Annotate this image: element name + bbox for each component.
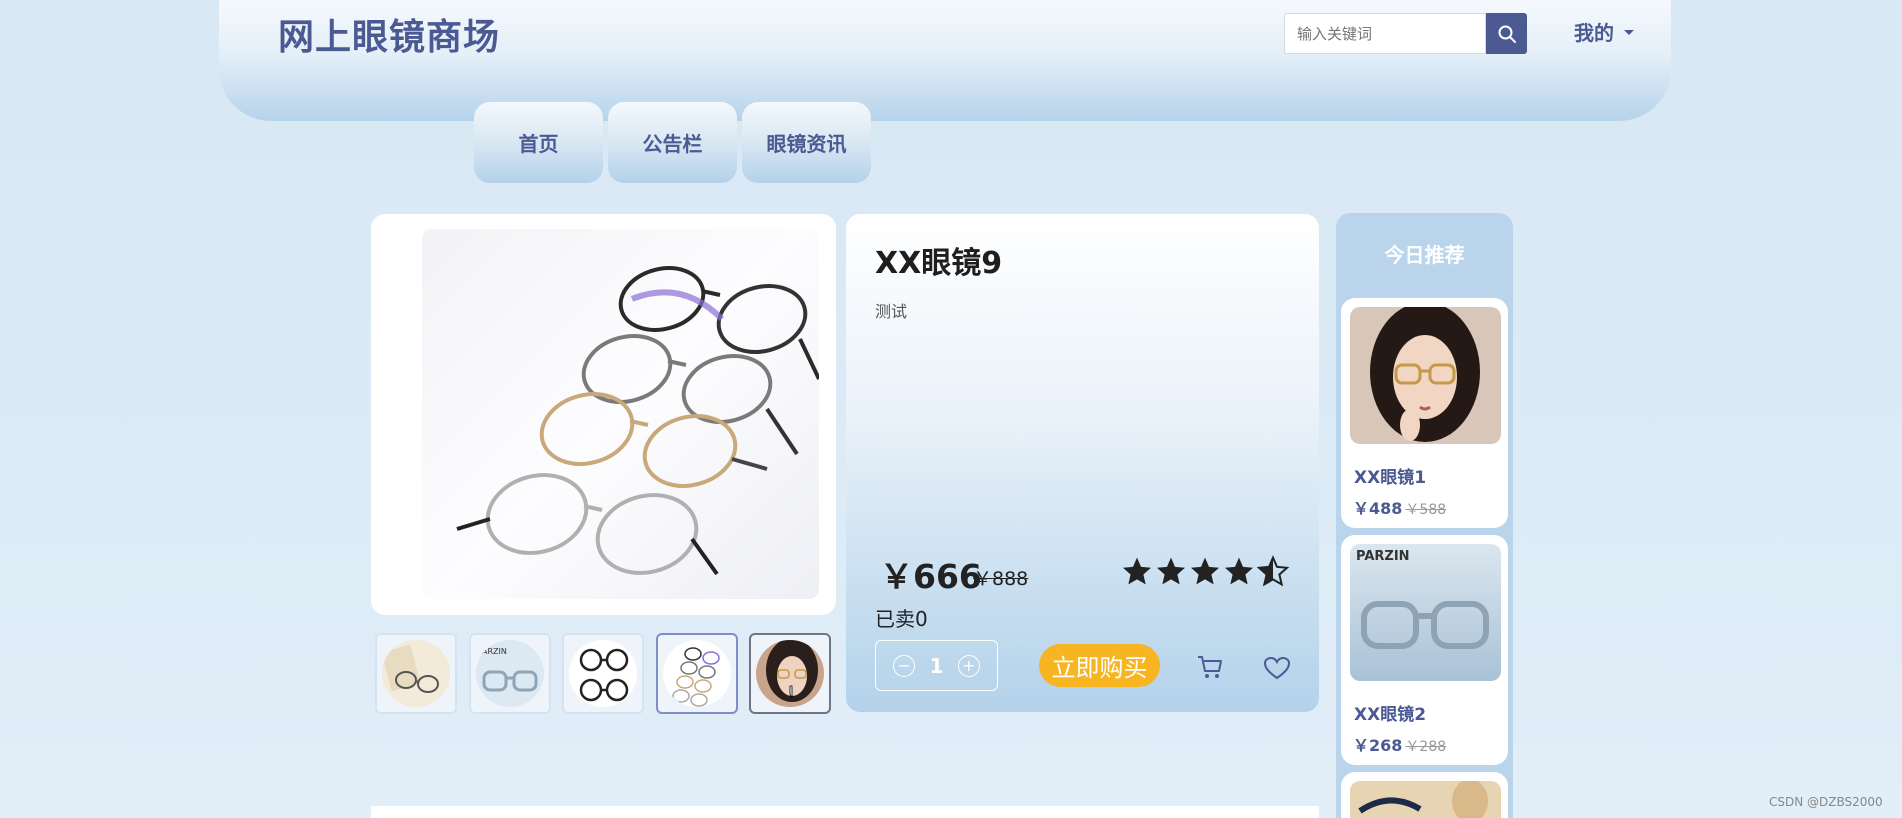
product-name: XX眼镜9 — [875, 246, 1003, 281]
recommend-item[interactable] — [1341, 772, 1508, 818]
recommend-item-price: ￥268 ￥288 — [1353, 736, 1447, 755]
thumbnail-2[interactable]: ARZIN — [469, 633, 551, 714]
thumbnail-3[interactable] — [562, 633, 644, 714]
recommend-item-image — [1350, 781, 1501, 818]
site-header: 网上眼镜商场 我的 — [219, 0, 1671, 121]
search-button[interactable] — [1486, 13, 1527, 54]
quantity-stepper: − 1 + — [875, 640, 998, 691]
thumbnail-5[interactable] — [749, 633, 831, 714]
buy-now-button[interactable]: 立即购买 — [1039, 644, 1160, 687]
recommend-item[interactable]: PARZIN XX眼镜2 ￥268 ￥288 — [1341, 535, 1508, 765]
glasses-icon: ARZIN — [482, 647, 538, 692]
star-icon — [1123, 557, 1151, 585]
glasses-icon — [672, 647, 720, 707]
rating-stars[interactable] — [1121, 555, 1289, 587]
decrease-quantity-button[interactable]: − — [893, 654, 916, 677]
product-price: ￥666 — [880, 557, 982, 596]
quantity-value[interactable]: 1 — [930, 654, 944, 678]
user-menu-label: 我的 — [1574, 21, 1614, 45]
product-description: 测试 — [875, 302, 908, 321]
star-icon — [1191, 557, 1219, 585]
recommend-title: 今日推荐 — [1384, 242, 1465, 267]
watermark: CSDN @DZBS2000 — [1769, 795, 1883, 809]
recommend-item-price: ￥488 ￥588 — [1353, 499, 1447, 518]
chevron-down-icon — [1624, 30, 1634, 35]
recommend-item-image: PARZIN — [1350, 544, 1501, 681]
product-main-image — [422, 229, 819, 599]
product-gallery — [371, 214, 836, 615]
recommend-item-name: XX眼镜1 — [1354, 468, 1427, 488]
cart-icon[interactable] — [1196, 654, 1224, 680]
model-portrait-icon — [766, 640, 818, 702]
half-star-icon — [1257, 555, 1289, 587]
recommend-item-old-price: ￥288 — [1405, 739, 1447, 755]
glasses-icon — [382, 644, 439, 693]
star-icon — [1225, 557, 1253, 585]
recommend-item-name: XX眼镜2 — [1354, 705, 1427, 725]
content-section-edge — [371, 806, 1319, 818]
site-title[interactable]: 网上眼镜商场 — [278, 8, 500, 60]
tab-glasses-news[interactable]: 眼镜资讯 — [742, 102, 871, 183]
user-menu[interactable]: 我的 — [1574, 17, 1634, 46]
recommend-item-old-price: ￥588 — [1405, 502, 1447, 518]
heart-icon[interactable] — [1263, 656, 1291, 680]
recommend-item[interactable]: XX眼镜1 ￥488 ￥588 — [1341, 298, 1508, 528]
sold-count: 已卖0 — [875, 607, 928, 631]
svg-text:ARZIN: ARZIN — [482, 647, 507, 656]
increase-quantity-button[interactable]: + — [957, 654, 980, 677]
product-info-card: XX眼镜9 测试 ￥666 ￥888 已卖0 − 1 + 立即购买 — [846, 214, 1319, 712]
tab-notice-board[interactable]: 公告栏 — [608, 102, 737, 183]
product-original-price: ￥888 — [973, 568, 1029, 590]
search-icon — [1498, 25, 1516, 43]
thumbnail-4[interactable] — [656, 633, 738, 714]
star-icon — [1157, 557, 1185, 585]
recommend-item-image — [1350, 307, 1501, 444]
recommend-panel: 今日推荐 XX眼镜1 ￥488 ￥588 PARZIN XX眼镜2 ￥268 ￥… — [1336, 213, 1513, 818]
tab-home[interactable]: 首页 — [474, 102, 603, 183]
svg-text:PARZIN: PARZIN — [1356, 549, 1410, 564]
glasses-icon — [579, 648, 629, 702]
thumbnail-1[interactable] — [375, 633, 457, 714]
search-input[interactable] — [1284, 13, 1486, 54]
